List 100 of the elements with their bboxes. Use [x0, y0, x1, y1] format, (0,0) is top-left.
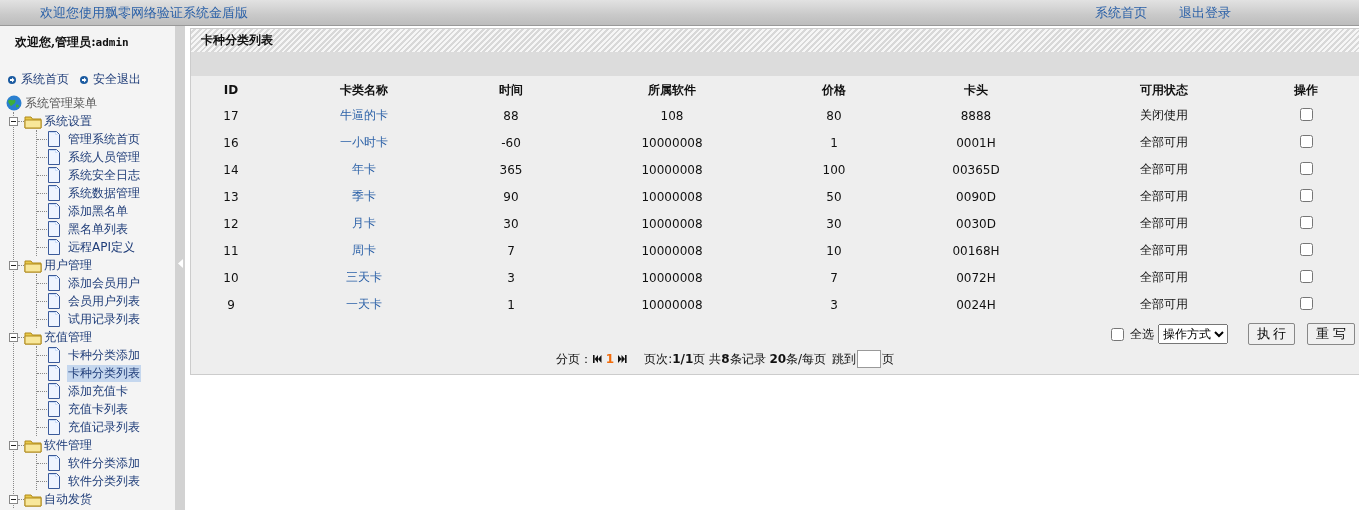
- operation-dropdown[interactable]: 操作方式: [1157, 324, 1228, 344]
- table-cell: 全部可用: [1140, 162, 1188, 176]
- table-cell: 13: [223, 189, 239, 204]
- table-cell: 365: [499, 162, 523, 177]
- table-cell: 全部可用: [1140, 270, 1188, 284]
- sidebar-link[interactable]: 安全退出: [93, 71, 141, 88]
- menu-item[interactable]: 充值卡列表: [67, 400, 129, 418]
- page-icon: [47, 221, 61, 237]
- card-type-link[interactable]: 月卡: [352, 216, 376, 230]
- table-cell: 0024H: [956, 297, 996, 312]
- menu-item[interactable]: 会员用户列表: [67, 292, 141, 310]
- menu-item[interactable]: 卡种分类添加: [67, 346, 141, 364]
- collapse-toggle-icon[interactable]: [9, 332, 18, 342]
- page-icon: [47, 365, 61, 381]
- table-cell: 17: [223, 108, 239, 123]
- menu-item[interactable]: 添加黑名单: [67, 202, 129, 220]
- select-all-label: 全选: [1129, 325, 1154, 343]
- username: admin: [95, 36, 129, 49]
- card-type-link[interactable]: 周卡: [352, 243, 376, 257]
- page-number-field[interactable]: [857, 350, 882, 368]
- menu-item[interactable]: 卡种分类列表: [67, 364, 141, 382]
- last-page-icon[interactable]: [618, 355, 628, 363]
- menu-item[interactable]: 试用记录列表: [67, 310, 141, 328]
- first-page-icon[interactable]: [592, 355, 602, 363]
- menu-item[interactable]: 远程API定义: [67, 238, 136, 256]
- table-cell: 88: [503, 108, 519, 123]
- menu-group[interactable]: 系统设置: [44, 112, 92, 130]
- row-checkbox[interactable]: [1299, 134, 1313, 148]
- card-type-link[interactable]: 牛逼的卡: [340, 108, 388, 122]
- column-header: 价格: [821, 81, 847, 99]
- page-icon: [47, 347, 61, 363]
- table-cell: 00168H: [952, 243, 1000, 258]
- table-cell: 10000008: [641, 297, 703, 312]
- jump-label: 跳到: [832, 350, 857, 368]
- menu-group[interactable]: 软件管理: [44, 436, 92, 454]
- page-icon: [47, 401, 61, 417]
- collapse-toggle-icon[interactable]: [9, 116, 18, 126]
- pagination-label: 分页：: [555, 350, 592, 368]
- row-checkbox[interactable]: [1299, 107, 1313, 121]
- table-cell: 80: [826, 108, 842, 123]
- table-cell: 0090D: [956, 189, 996, 204]
- menu-item[interactable]: 黑名单列表: [67, 220, 129, 238]
- folder-icon: [24, 329, 42, 345]
- page-icon: [47, 131, 61, 147]
- table-cell: 10000008: [641, 189, 703, 204]
- menu-item[interactable]: 系统数据管理: [67, 184, 141, 202]
- menu-group[interactable]: 自动发货: [44, 490, 92, 508]
- menu-item[interactable]: 软件分类添加: [67, 454, 141, 472]
- header-link[interactable]: 系统首页: [1095, 3, 1147, 22]
- menu-item[interactable]: 充值记录列表: [67, 418, 141, 436]
- table-cell: 50: [826, 189, 842, 204]
- menu-item[interactable]: 添加充值卡: [67, 382, 129, 400]
- card-type-link[interactable]: 年卡: [352, 162, 376, 176]
- table-cell: 1: [507, 297, 515, 312]
- header-link[interactable]: 退出登录: [1179, 3, 1231, 22]
- sidebar-link[interactable]: 系统首页: [21, 71, 69, 88]
- column-header: 可用状态: [1139, 81, 1189, 99]
- row-checkbox[interactable]: [1299, 269, 1313, 283]
- folder-icon: [24, 257, 42, 273]
- table-cell: 90: [503, 189, 519, 204]
- page-icon: [47, 185, 61, 201]
- table-cell: 全部可用: [1140, 189, 1188, 203]
- table-cell: 10000008: [641, 216, 703, 231]
- row-checkbox[interactable]: [1299, 161, 1313, 175]
- table-cell: 14: [223, 162, 239, 177]
- card-type-link[interactable]: 一天卡: [346, 297, 382, 311]
- collapse-toggle-icon[interactable]: [9, 440, 18, 450]
- table-cell: 全部可用: [1140, 216, 1188, 230]
- greeting-text: 欢迎您,管理员:: [15, 35, 96, 49]
- panel-title: 卡种分类列表: [201, 32, 273, 49]
- collapse-toggle-icon[interactable]: [9, 494, 18, 504]
- table-cell: 16: [223, 135, 239, 150]
- row-checkbox[interactable]: [1299, 296, 1313, 310]
- menu-item[interactable]: 系统人员管理: [67, 148, 141, 166]
- card-type-link[interactable]: 一小时卡: [340, 135, 388, 149]
- table-cell: 30: [826, 216, 842, 231]
- card-type-link[interactable]: 三天卡: [346, 270, 382, 284]
- menu-item[interactable]: 添加会员用户: [67, 274, 141, 292]
- row-checkbox[interactable]: [1299, 188, 1313, 202]
- card-type-link[interactable]: 季卡: [352, 189, 376, 203]
- arrow-circle-icon: [7, 74, 17, 85]
- page-icon: [47, 239, 61, 255]
- table-cell: 8888: [960, 108, 992, 123]
- action-button[interactable]: 重 写: [1307, 323, 1355, 345]
- menu-item[interactable]: 系统安全日志: [67, 166, 141, 184]
- table-cell: 12: [223, 216, 239, 231]
- table-cell: 0030D: [956, 216, 996, 231]
- menu-item[interactable]: 软件分类列表: [67, 472, 141, 490]
- table-cell: 10000008: [641, 243, 703, 258]
- row-checkbox[interactable]: [1299, 242, 1313, 256]
- row-checkbox[interactable]: [1299, 215, 1313, 229]
- action-button[interactable]: 执 行: [1247, 323, 1296, 345]
- menu-group[interactable]: 充值管理: [44, 328, 92, 346]
- menu-group[interactable]: 用户管理: [44, 256, 92, 274]
- page-icon: [47, 167, 61, 183]
- table-cell: 10: [223, 270, 239, 285]
- folder-icon: [24, 491, 42, 507]
- select-all-checkbox[interactable]: [1110, 327, 1124, 341]
- menu-item[interactable]: 管理系统首页: [67, 130, 141, 148]
- collapse-toggle-icon[interactable]: [9, 260, 18, 270]
